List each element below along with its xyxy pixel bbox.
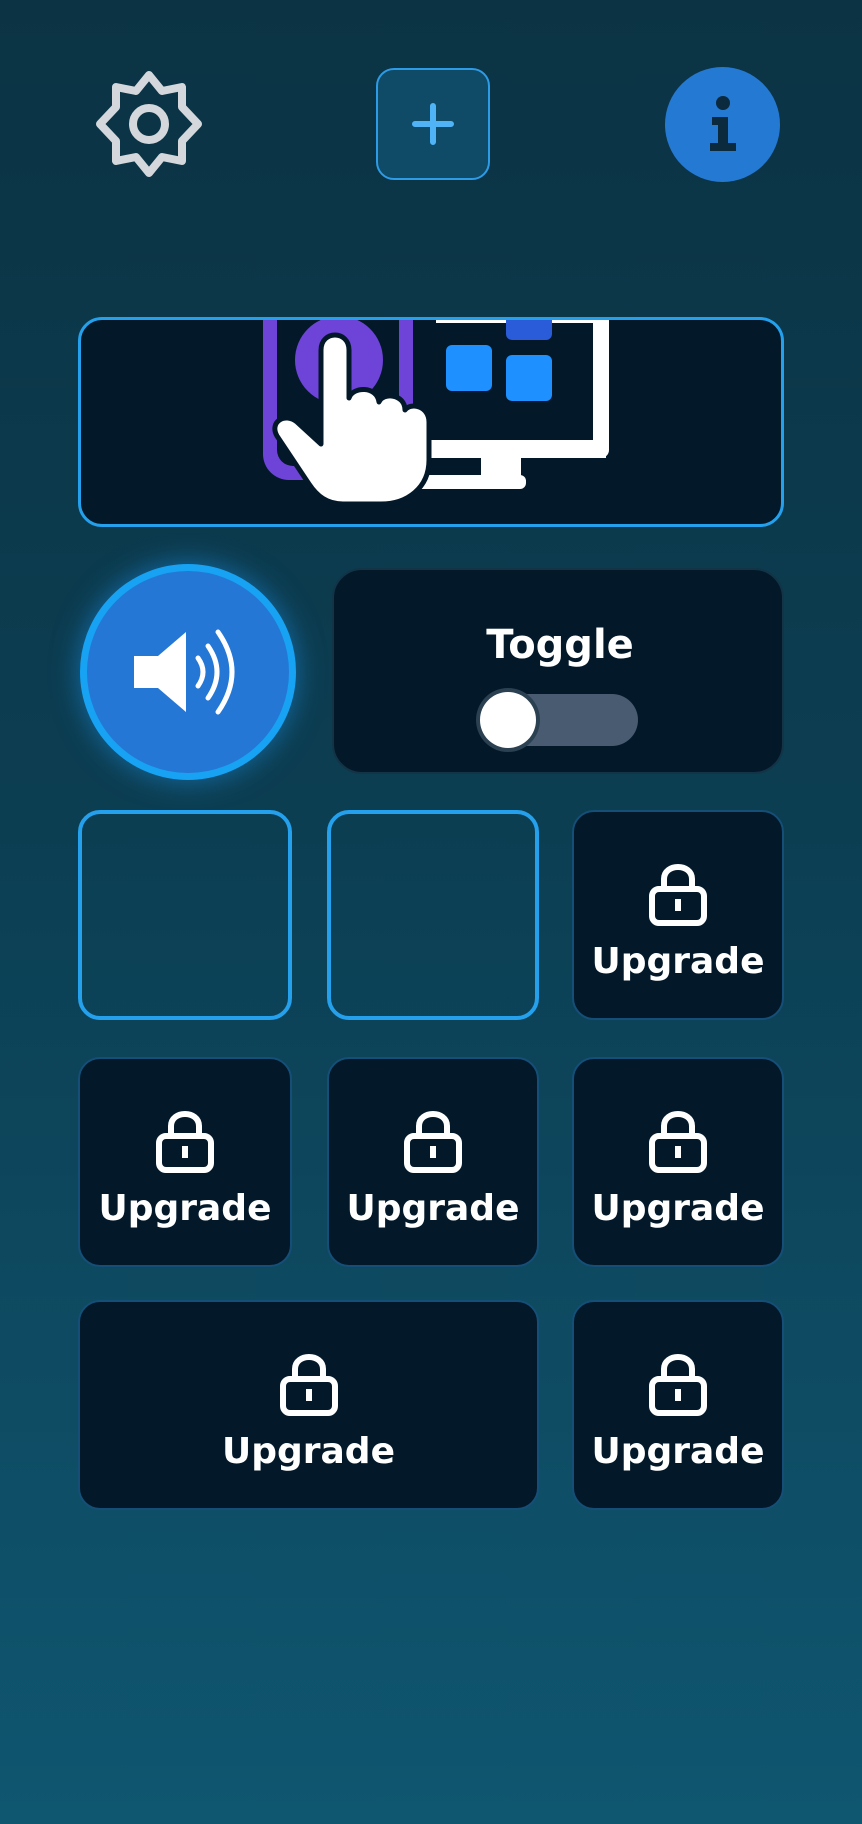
upgrade-label: Upgrade (591, 1431, 765, 1472)
upgrade-label: Upgrade (221, 1431, 395, 1472)
info-icon (709, 95, 736, 151)
upgrade-tile-4[interactable]: Upgrade (572, 1057, 784, 1267)
empty-slot-2[interactable] (327, 810, 539, 1020)
lock-icon (646, 858, 710, 928)
lock-icon (277, 1348, 341, 1418)
upgrade-tile-3[interactable]: Upgrade (327, 1057, 539, 1267)
lock-icon (401, 1105, 465, 1175)
toggle-switch[interactable] (480, 692, 638, 748)
toggle-label: Toggle (486, 622, 634, 668)
upgrade-label: Upgrade (346, 1188, 520, 1229)
gear-icon (96, 71, 202, 177)
lock-icon (646, 1105, 710, 1175)
empty-slot-1[interactable] (78, 810, 292, 1020)
touch-computer-icon (263, 320, 609, 507)
add-button[interactable] (376, 68, 490, 180)
upgrade-label: Upgrade (98, 1188, 272, 1229)
plus-icon (412, 103, 454, 145)
sound-button[interactable] (80, 564, 296, 780)
toggle-knob (480, 692, 536, 748)
upgrade-label: Upgrade (591, 1188, 765, 1229)
top-bar (0, 0, 862, 250)
app-banner[interactable] (78, 317, 784, 527)
settings-button[interactable] (90, 65, 208, 183)
lock-icon (646, 1348, 710, 1418)
speaker-icon (134, 629, 235, 715)
upgrade-tile-5[interactable]: Upgrade (572, 1300, 784, 1510)
info-button[interactable] (665, 67, 780, 182)
toggle-card: Toggle (332, 568, 784, 774)
upgrade-tile-2[interactable]: Upgrade (78, 1057, 292, 1267)
upgrade-label: Upgrade (591, 941, 765, 982)
lock-icon (153, 1105, 217, 1175)
upgrade-tile-wide[interactable]: Upgrade (78, 1300, 539, 1510)
upgrade-tile-1[interactable]: Upgrade (572, 810, 784, 1020)
